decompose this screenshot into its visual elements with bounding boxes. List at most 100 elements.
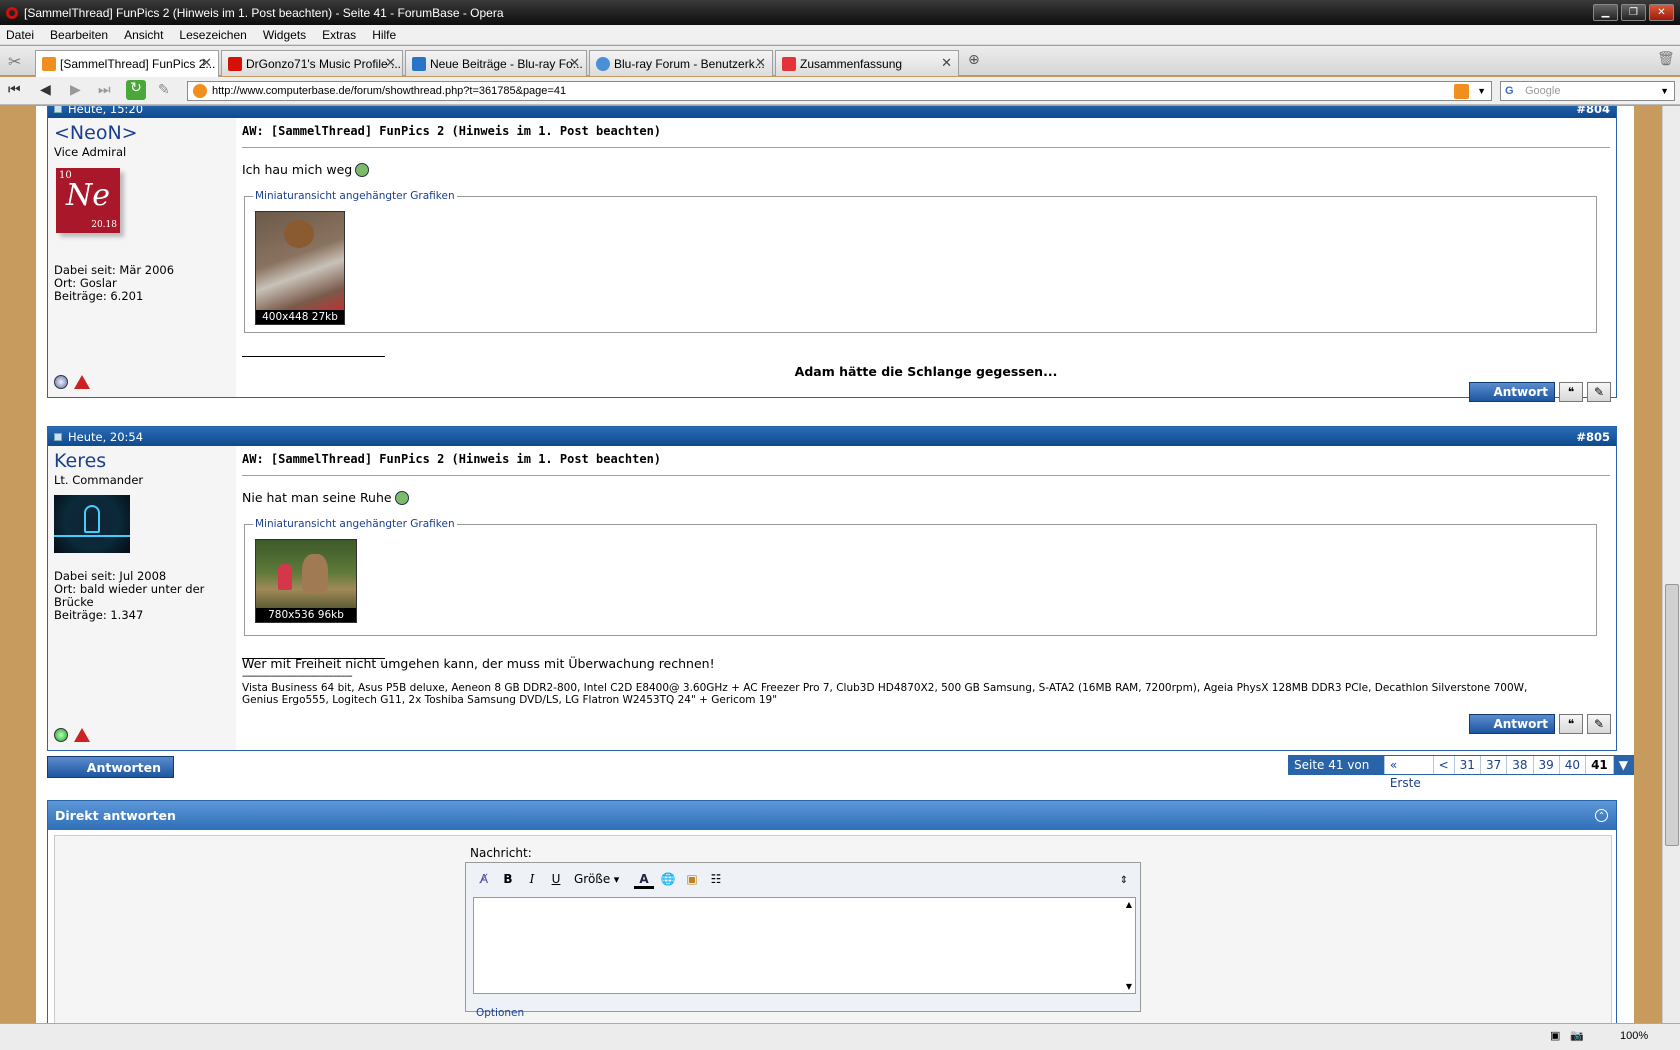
username[interactable]: <NeoN> <box>54 122 230 144</box>
link-icon[interactable]: 🌐 <box>658 869 678 889</box>
tab-close-icon[interactable]: ✕ <box>201 55 212 71</box>
rss-icon[interactable] <box>1454 84 1469 99</box>
image-icon[interactable]: ▣ <box>682 869 702 889</box>
edit-icon[interactable]: ✎ <box>158 82 170 98</box>
font-color-button[interactable]: A <box>634 869 654 889</box>
page-link[interactable]: 39 <box>1533 756 1560 774</box>
quote-button[interactable]: ❝ <box>1559 714 1583 734</box>
pagination: Seite 41 von 41 « Erste < 31 37 38 39 40… <box>1288 755 1634 790</box>
attachment-thumbnail[interactable]: 400x448 27kb <box>255 211 345 325</box>
zoom-level[interactable]: 100% <box>1620 1030 1648 1042</box>
menu-extras[interactable]: Extras <box>322 28 356 42</box>
bluray-icon <box>412 56 426 71</box>
bold-button[interactable]: B <box>498 869 518 889</box>
resize-icon[interactable]: ⇕ <box>1114 871 1134 891</box>
maximize-button[interactable]: ❐ <box>1621 4 1646 21</box>
avatar: 10 Ne 20.18 <box>56 168 120 233</box>
menu-ansicht[interactable]: Ansicht <box>124 28 163 42</box>
report-icon[interactable] <box>74 375 90 389</box>
minimize-button[interactable]: ▁ <box>1593 4 1618 21</box>
italic-button[interactable]: I <box>522 869 542 889</box>
reply-button[interactable]: Antwort <box>1469 714 1555 734</box>
menu-bearbeiten[interactable]: Bearbeiten <box>50 28 108 42</box>
menu-widgets[interactable]: Widgets <box>263 28 306 42</box>
post-title: AW: [SammelThread] FunPics 2 (Hinweis im… <box>242 124 1610 148</box>
menu-datei[interactable]: Datei <box>6 28 34 42</box>
opera-icon <box>6 6 18 19</box>
message-editor: A̸ B I U Größe ▾ A 🌐 ▣ ☷ ⇕ ▲ ▼ Optionen <box>465 862 1141 1019</box>
tools-icon[interactable]: ✂ <box>8 52 21 71</box>
post-text: Nie hat man seine Ruhe <box>242 490 392 505</box>
options-label[interactable]: Optionen <box>476 1007 524 1019</box>
avatar <box>54 495 130 553</box>
back-icon[interactable]: ◀ <box>40 82 51 98</box>
attachments-label: Miniaturansicht angehängter Grafiken <box>253 190 457 202</box>
address-dropdown-icon[interactable]: ▼ <box>1477 82 1486 100</box>
underline-button[interactable]: U <box>546 869 566 889</box>
post-date: Heute, 15:20 <box>68 106 144 116</box>
tab-funpics[interactable]: [SammelThread] FunPics 2... ✕ <box>35 50 219 77</box>
editor-toolbar: A̸ B I U Größe ▾ A 🌐 ▣ ☷ ⇕ <box>466 863 1140 895</box>
post-number[interactable]: #804 <box>1576 106 1610 116</box>
current-page: 41 <box>1586 756 1614 774</box>
page-link[interactable]: 40 <box>1559 756 1587 774</box>
camera-icon[interactable]: 📷 <box>1570 1029 1584 1042</box>
new-tab-icon[interactable]: ⊕ <box>968 52 980 68</box>
fast-forward-icon[interactable]: ⏭ <box>98 82 111 98</box>
page-dropdown-icon[interactable]: ▼ <box>1613 756 1633 774</box>
tab-close-icon[interactable]: ✕ <box>569 55 580 71</box>
page-viewport: Heute, 15:20 #804 <NeoN> Vice Admiral 10… <box>0 106 1662 1023</box>
post-number[interactable]: #805 <box>1576 430 1610 444</box>
menu-hilfe[interactable]: Hilfe <box>372 28 396 42</box>
forum-page: Heute, 15:20 #804 <NeoN> Vice Admiral 10… <box>36 106 1634 1023</box>
tab-close-icon[interactable]: ✕ <box>755 55 766 71</box>
quote-button[interactable]: ❝ <box>1559 382 1583 402</box>
reload-icon[interactable]: ↻ <box>126 80 146 100</box>
page-link[interactable]: 37 <box>1480 756 1508 774</box>
close-button[interactable]: ✕ <box>1649 4 1674 21</box>
address-field[interactable]: http://www.computerbase.de/forum/showthr… <box>187 81 1492 101</box>
multiquote-button[interactable]: ✎ <box>1587 714 1611 734</box>
menu-lesezeichen[interactable]: Lesezeichen <box>179 28 246 42</box>
forward-icon[interactable]: ▶ <box>70 82 81 98</box>
trash-icon[interactable]: 🗑 <box>1657 51 1675 67</box>
multiquote-button[interactable]: ✎ <box>1587 382 1611 402</box>
user-rank: Lt. Commander <box>54 473 144 487</box>
tab-ebay[interactable]: Zusammenfassung ✕ <box>775 50 959 76</box>
remove-format-icon[interactable]: A̸ <box>474 869 494 889</box>
scrollbar-thumb[interactable] <box>1665 584 1679 846</box>
nav-toolbar: ⏮ ◀ ▶ ⏭ ↻ ✎ http://www.computerbase.de/f… <box>0 77 1680 105</box>
location: Ort: bald wieder unter der Brücke <box>54 582 205 609</box>
page-scrollbar[interactable] <box>1662 106 1680 1023</box>
username[interactable]: Keres <box>54 450 230 472</box>
message-textarea[interactable]: ▲ ▼ <box>473 897 1136 994</box>
first-page-link[interactable]: « Erste <box>1384 756 1434 790</box>
report-icon[interactable] <box>74 728 90 742</box>
page-link[interactable]: 31 <box>1454 756 1481 774</box>
page-link[interactable]: 38 <box>1507 756 1534 774</box>
tab-bluray-user[interactable]: Blu-ray Forum - Benutzerk... ✕ <box>589 50 773 76</box>
font-size-select[interactable]: Größe ▾ <box>570 869 630 889</box>
post-title: AW: [SammelThread] FunPics 2 (Hinweis im… <box>242 452 1610 476</box>
search-dropdown-icon[interactable]: ▼ <box>1660 82 1669 100</box>
tab-close-icon[interactable]: ✕ <box>941 55 952 71</box>
signature-divider <box>242 356 385 357</box>
tab-close-icon[interactable]: ✕ <box>385 55 396 71</box>
quick-reply-title: Direkt antworten <box>55 808 176 823</box>
reply-button[interactable]: Antwort <box>1469 382 1555 402</box>
tab-lastfm[interactable]: DrGonzo71's Music Profile ... ✕ <box>221 50 403 76</box>
google-icon: G <box>1505 85 1514 97</box>
quote-icon[interactable]: ☷ <box>706 869 726 889</box>
collapse-icon[interactable]: ⌃ <box>1595 809 1608 822</box>
textarea-scroll-up-icon[interactable]: ▲ <box>1126 900 1132 909</box>
prev-page-link[interactable]: < <box>1433 756 1455 774</box>
attachment-thumbnail[interactable]: 780x536 96kb <box>255 539 357 623</box>
offline-status-icon <box>54 375 68 389</box>
textarea-scroll-down-icon[interactable]: ▼ <box>1126 982 1132 991</box>
rewind-icon[interactable]: ⏮ <box>8 82 21 98</box>
bear-icon <box>284 220 314 248</box>
search-input[interactable]: G Google ▼ <box>1500 81 1675 101</box>
tab-bluray-new[interactable]: Neue Beiträge - Blu-ray Fo... ✕ <box>405 50 587 76</box>
panel-icon[interactable]: ▣ <box>1550 1029 1560 1042</box>
new-reply-button[interactable]: Antworten <box>47 756 174 778</box>
